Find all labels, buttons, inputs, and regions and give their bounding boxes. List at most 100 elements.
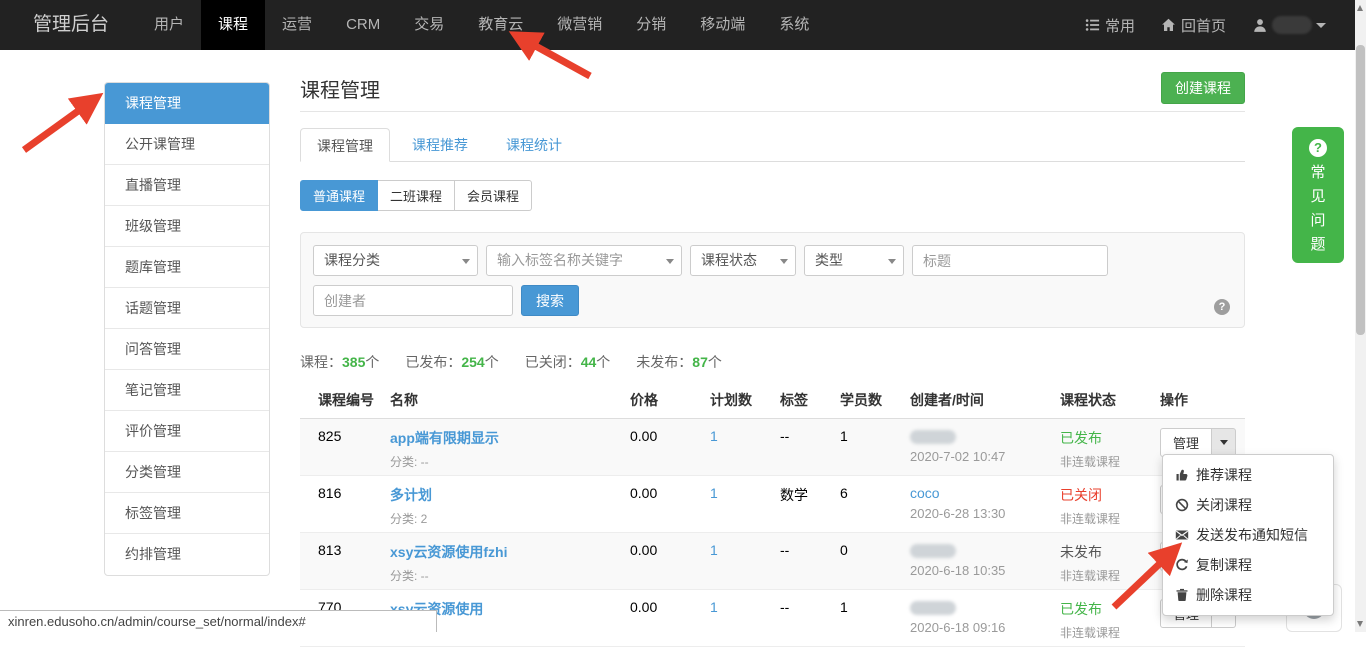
type-member-course[interactable]: 会员课程 [455, 180, 532, 211]
plan-count-link[interactable]: 1 [710, 428, 718, 444]
status-badge: 未发布 [1060, 544, 1102, 560]
sidebar-item-course-management[interactable]: 课程管理 [105, 83, 269, 124]
help-icon[interactable]: ? [1214, 299, 1230, 315]
menu-item-copy-course[interactable]: 复制课程 [1163, 550, 1333, 580]
common-use-label: 常用 [1105, 15, 1135, 36]
course-price: 0.00 [630, 542, 710, 558]
page-header: 课程管理 创建课程 [300, 62, 1245, 112]
type-class-course[interactable]: 二班课程 [378, 180, 455, 211]
category-select[interactable]: 课程分类 [313, 245, 478, 276]
plan-count-link[interactable]: 1 [710, 542, 718, 558]
nav-item-operations[interactable]: 运营 [265, 0, 329, 50]
sidebar-item-tag[interactable]: 标签管理 [105, 493, 269, 534]
nav-item-users[interactable]: 用户 [137, 0, 201, 50]
course-name-link[interactable]: xsy云资源使用fzhi [390, 544, 507, 560]
user-menu[interactable] [1252, 16, 1326, 34]
tab-course-recommend[interactable]: 课程推荐 [396, 128, 484, 161]
brand-title: 管理后台 [0, 0, 137, 50]
menu-item-label: 复制课程 [1196, 555, 1252, 575]
course-status-select[interactable]: 课程状态 [690, 245, 796, 276]
nav-item-courses[interactable]: 课程 [201, 0, 265, 50]
menu-item-delete-course[interactable]: 删除课程 [1163, 580, 1333, 610]
stat-closed: 已关闭：44个 [525, 352, 611, 372]
nav-item-micro-marketing[interactable]: 微营销 [540, 0, 619, 50]
menu-item-label: 发送发布通知短信 [1196, 525, 1308, 545]
plan-count-link[interactable]: 1 [710, 485, 718, 501]
student-count: 1 [840, 428, 910, 444]
course-id: 816 [300, 485, 390, 501]
sidebar-item-class[interactable]: 班级管理 [105, 206, 269, 247]
menu-item-send-publish-sms[interactable]: 发送发布通知短信 [1163, 520, 1333, 550]
title-input[interactable] [912, 245, 1108, 276]
col-course-id: 课程编号 [300, 390, 390, 410]
scroll-up-arrow-icon[interactable] [1357, 5, 1363, 11]
select-caret-icon [666, 259, 674, 264]
stat-unpublished: 未发布：87个 [636, 352, 722, 372]
common-use-link[interactable]: 常用 [1085, 15, 1135, 36]
tag-select[interactable]: 输入标签名称关键字 [486, 245, 682, 276]
sidebar-item-question-bank[interactable]: 题库管理 [105, 247, 269, 288]
type-normal-course[interactable]: 普通课程 [300, 180, 378, 211]
stat-total: 课程：385个 [300, 352, 379, 372]
serial-type: 非连载课程 [1060, 567, 1160, 584]
creator-redacted [910, 544, 956, 558]
back-home-link[interactable]: 回首页 [1161, 15, 1226, 36]
nav-item-distribution[interactable]: 分销 [619, 0, 683, 50]
course-price: 0.00 [630, 485, 710, 501]
type-select-value: 类型 [815, 252, 843, 268]
plan-count-link[interactable]: 1 [710, 599, 718, 615]
col-students: 学员数 [840, 390, 910, 410]
scrollbar[interactable] [1355, 0, 1366, 632]
manage-caret-button[interactable] [1212, 428, 1236, 457]
tab-course-management[interactable]: 课程管理 [300, 128, 390, 162]
creator-redacted [910, 601, 956, 615]
select-caret-icon [888, 259, 896, 264]
course-name-link[interactable]: 多计划 [390, 487, 432, 503]
menu-item-recommend-course[interactable]: 推荐课程 [1163, 460, 1333, 490]
course-status-value: 课程状态 [701, 252, 757, 268]
scrollbar-thumb[interactable] [1356, 45, 1365, 335]
course-tag: -- [780, 599, 840, 615]
sidebar-item-notes[interactable]: 笔记管理 [105, 370, 269, 411]
created-time: 2020-6-28 13:30 [910, 506, 1060, 521]
select-caret-icon [780, 259, 788, 264]
faq-button[interactable]: ? 常见问题 [1292, 127, 1344, 263]
creator-redacted [910, 430, 956, 444]
sidebar-item-live[interactable]: 直播管理 [105, 165, 269, 206]
create-course-button[interactable]: 创建课程 [1161, 72, 1245, 104]
creator-input[interactable] [313, 285, 513, 316]
sidebar-item-open-course[interactable]: 公开课管理 [105, 124, 269, 165]
scroll-down-arrow-icon[interactable] [1357, 621, 1363, 627]
student-count: 0 [840, 542, 910, 558]
nav-item-mobile[interactable]: 移动端 [683, 0, 762, 50]
nav-item-system[interactable]: 系统 [762, 0, 826, 50]
nav-item-trade[interactable]: 交易 [397, 0, 461, 50]
course-stats: 课程：385个 已发布：254个 已关闭：44个 未发布：87个 [300, 352, 1245, 372]
course-tag: 数学 [780, 485, 840, 505]
serial-type: 非连载课程 [1060, 453, 1160, 470]
course-name-link[interactable]: app端有限期显示 [390, 430, 499, 446]
type-select[interactable]: 类型 [804, 245, 904, 276]
search-button[interactable]: 搜索 [521, 285, 579, 316]
col-plans: 计划数 [710, 390, 780, 410]
manage-button[interactable]: 管理 [1160, 428, 1212, 457]
main-content: 课程管理 创建课程 课程管理 课程推荐 课程统计 普通课程 二班课程 会员课程 … [300, 62, 1245, 647]
course-category: 分类: 2 [390, 510, 630, 527]
sidebar-item-qa[interactable]: 问答管理 [105, 329, 269, 370]
sidebar-item-schedule[interactable]: 约排管理 [105, 534, 269, 575]
menu-item-close-course[interactable]: 关闭课程 [1163, 490, 1333, 520]
col-tag: 标签 [780, 390, 840, 410]
sidebar-item-topic[interactable]: 话题管理 [105, 288, 269, 329]
status-badge: 已发布 [1060, 430, 1102, 446]
tab-course-statistics[interactable]: 课程统计 [490, 128, 578, 161]
created-time: 2020-7-02 10:47 [910, 449, 1060, 464]
sidebar-item-review[interactable]: 评价管理 [105, 411, 269, 452]
col-status: 课程状态 [1060, 390, 1160, 410]
nav-item-edu-cloud[interactable]: 教育云 [461, 0, 540, 50]
course-category: 分类: -- [390, 453, 630, 470]
sidebar-item-category[interactable]: 分类管理 [105, 452, 269, 493]
sidebar: 课程管理 公开课管理 直播管理 班级管理 题库管理 话题管理 问答管理 笔记管理… [104, 82, 270, 576]
stat-published: 已发布：254个 [405, 352, 498, 372]
creator-link[interactable]: coco [910, 485, 940, 501]
nav-item-crm[interactable]: CRM [329, 0, 397, 50]
